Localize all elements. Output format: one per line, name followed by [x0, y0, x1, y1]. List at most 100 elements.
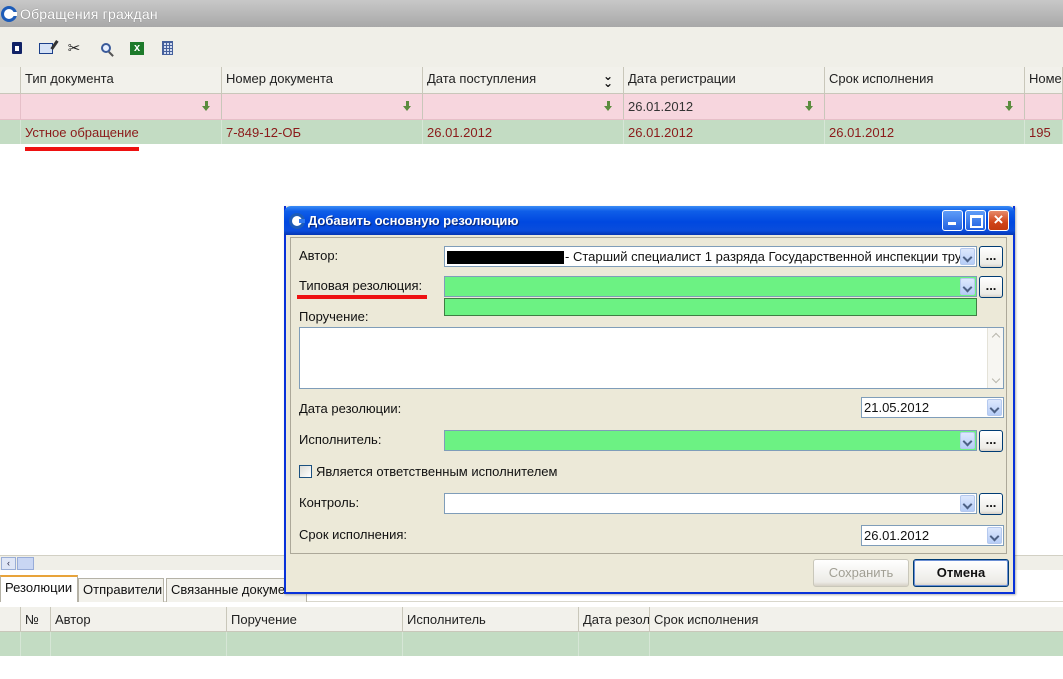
cell-doc-number[interactable]: 7-849-12-ОБ: [222, 120, 423, 144]
save-button[interactable]: [9, 40, 25, 56]
table-cell[interactable]: [51, 632, 227, 656]
resolution-date-picker[interactable]: 21.05.2012: [861, 397, 1004, 418]
row-selector[interactable]: [0, 632, 21, 656]
filter-row-header: [0, 94, 21, 119]
cell-deadline[interactable]: 26.01.2012: [825, 120, 1025, 144]
row-header-corner: [0, 607, 21, 631]
edit-button[interactable]: [38, 40, 54, 56]
tab-resolutions[interactable]: Резолюции: [0, 575, 78, 602]
table-row[interactable]: Устное обращение 7-849-12-ОБ 26.01.2012 …: [0, 120, 1063, 144]
table-cell[interactable]: [403, 632, 579, 656]
executor-combobox[interactable]: [444, 430, 977, 451]
instruction-label: Поручение:: [299, 309, 369, 324]
cancel-button[interactable]: Отмена: [913, 559, 1009, 587]
table-row[interactable]: [0, 632, 1063, 656]
app-title-bar: Обращения граждан: [0, 0, 1063, 27]
executor-lookup-button[interactable]: ...: [979, 430, 1003, 452]
column-header-executor[interactable]: Исполнитель: [403, 607, 579, 631]
deadline-date-picker[interactable]: 26.01.2012: [861, 525, 1004, 546]
annotation-underline: [297, 295, 427, 299]
excel-icon: x: [130, 41, 144, 55]
maximize-button[interactable]: [965, 210, 986, 231]
column-header-author[interactable]: Автор: [51, 607, 227, 631]
filter-cell[interactable]: [1025, 94, 1063, 119]
cell-reg-date[interactable]: 26.01.2012: [624, 120, 825, 144]
toolbar: ✂ x: [0, 27, 1063, 67]
table-cell[interactable]: [650, 632, 1063, 656]
scroll-up-icon[interactable]: [989, 329, 1003, 342]
minimize-button[interactable]: [942, 210, 963, 231]
column-header-deadline[interactable]: Срок исполнения: [650, 607, 1063, 631]
cut-button[interactable]: ✂: [66, 40, 82, 56]
chevron-down-icon[interactable]: [960, 278, 975, 295]
filter-arrow-icon[interactable]: [805, 101, 814, 111]
annotation-underline: [25, 147, 139, 151]
excel-export-button[interactable]: x: [129, 40, 145, 56]
column-header-doc-number[interactable]: Номер документа: [222, 67, 423, 93]
template-dropdown-list[interactable]: [444, 298, 977, 316]
chevron-down-icon[interactable]: [960, 432, 975, 449]
filter-arrow-icon[interactable]: [202, 101, 211, 111]
chevron-down-icon[interactable]: [960, 495, 975, 512]
column-header-resolution-date[interactable]: Дата резол: [579, 607, 650, 631]
filter-cell[interactable]: [825, 94, 1025, 119]
author-label: Автор:: [299, 248, 339, 263]
control-label: Контроль:: [299, 495, 360, 510]
column-header-reg-date[interactable]: Дата регистрации: [624, 67, 825, 93]
table-cell[interactable]: [579, 632, 650, 656]
executor-label: Исполнитель:: [299, 432, 382, 447]
template-resolution-combobox[interactable]: [444, 276, 977, 297]
author-combobox[interactable]: - Старший специалист 1 разряда Государст…: [444, 246, 977, 267]
scroll-thumb[interactable]: [17, 557, 34, 570]
control-lookup-button[interactable]: ...: [979, 493, 1003, 515]
column-header-instruction[interactable]: Поручение: [227, 607, 403, 631]
app-logo-icon: [1, 5, 17, 22]
cell-number[interactable]: 195: [1025, 120, 1063, 144]
scroll-down-icon[interactable]: [989, 374, 1003, 387]
textarea-scrollbar[interactable]: [987, 328, 1003, 388]
column-header-receipt-date[interactable]: Дата поступления ⌄ ⌄: [423, 67, 624, 93]
responsible-checkbox[interactable]: [299, 465, 312, 478]
column-header-number[interactable]: Номер: [1025, 67, 1063, 93]
filter-cell[interactable]: [222, 94, 423, 119]
filter-cell[interactable]: [21, 94, 222, 119]
chevron-down-icon[interactable]: [987, 527, 1002, 544]
add-resolution-dialog: Добавить основную резолюцию × Автор: - С…: [284, 206, 1015, 594]
dialog-title-bar[interactable]: Добавить основную резолюцию ×: [284, 206, 1015, 235]
template-lookup-button[interactable]: ...: [979, 276, 1003, 298]
save-button[interactable]: Сохранить: [813, 559, 909, 587]
calculator-icon: [161, 41, 173, 55]
table-cell[interactable]: [227, 632, 403, 656]
column-header-num[interactable]: №: [21, 607, 51, 631]
close-icon: ×: [993, 210, 1004, 229]
dialog-title: Добавить основную резолюцию: [308, 213, 519, 228]
tab-senders[interactable]: Отправители: [78, 578, 164, 602]
dialog-footer: Сохранить Отмена: [290, 556, 1009, 590]
control-combobox[interactable]: [444, 493, 977, 514]
template-resolution-label: Типовая резолюция:: [299, 278, 423, 293]
chevron-down-icon[interactable]: [987, 399, 1002, 416]
author-lookup-button[interactable]: ...: [979, 246, 1003, 268]
filter-arrow-icon[interactable]: [1005, 101, 1014, 111]
filter-arrow-icon[interactable]: [403, 101, 412, 111]
cut-icon: ✂: [67, 39, 81, 57]
filter-cell[interactable]: 26.01.2012: [624, 94, 825, 119]
scroll-left-button[interactable]: ‹: [1, 557, 16, 570]
sort-chevrons-icon[interactable]: ⌄ ⌄: [603, 70, 613, 89]
cell-doc-type[interactable]: Устное обращение: [21, 120, 222, 144]
filter-cell[interactable]: [423, 94, 624, 119]
table-cell[interactable]: [21, 632, 51, 656]
column-header-doc-type[interactable]: Тип документа: [21, 67, 222, 93]
instruction-textarea[interactable]: [299, 327, 1004, 389]
chevron-down-icon[interactable]: [960, 248, 975, 265]
app-title: Обращения граждан: [20, 5, 158, 22]
cell-receipt-date[interactable]: 26.01.2012: [423, 120, 624, 144]
redacted-name: [447, 251, 564, 264]
app-logo-icon: [289, 212, 305, 229]
close-button[interactable]: ×: [988, 210, 1009, 231]
row-selector[interactable]: [0, 120, 21, 144]
column-header-deadline[interactable]: Срок исполнения: [825, 67, 1025, 93]
find-button[interactable]: [98, 40, 114, 56]
calculator-button[interactable]: [159, 40, 175, 56]
filter-arrow-icon[interactable]: [604, 101, 613, 111]
